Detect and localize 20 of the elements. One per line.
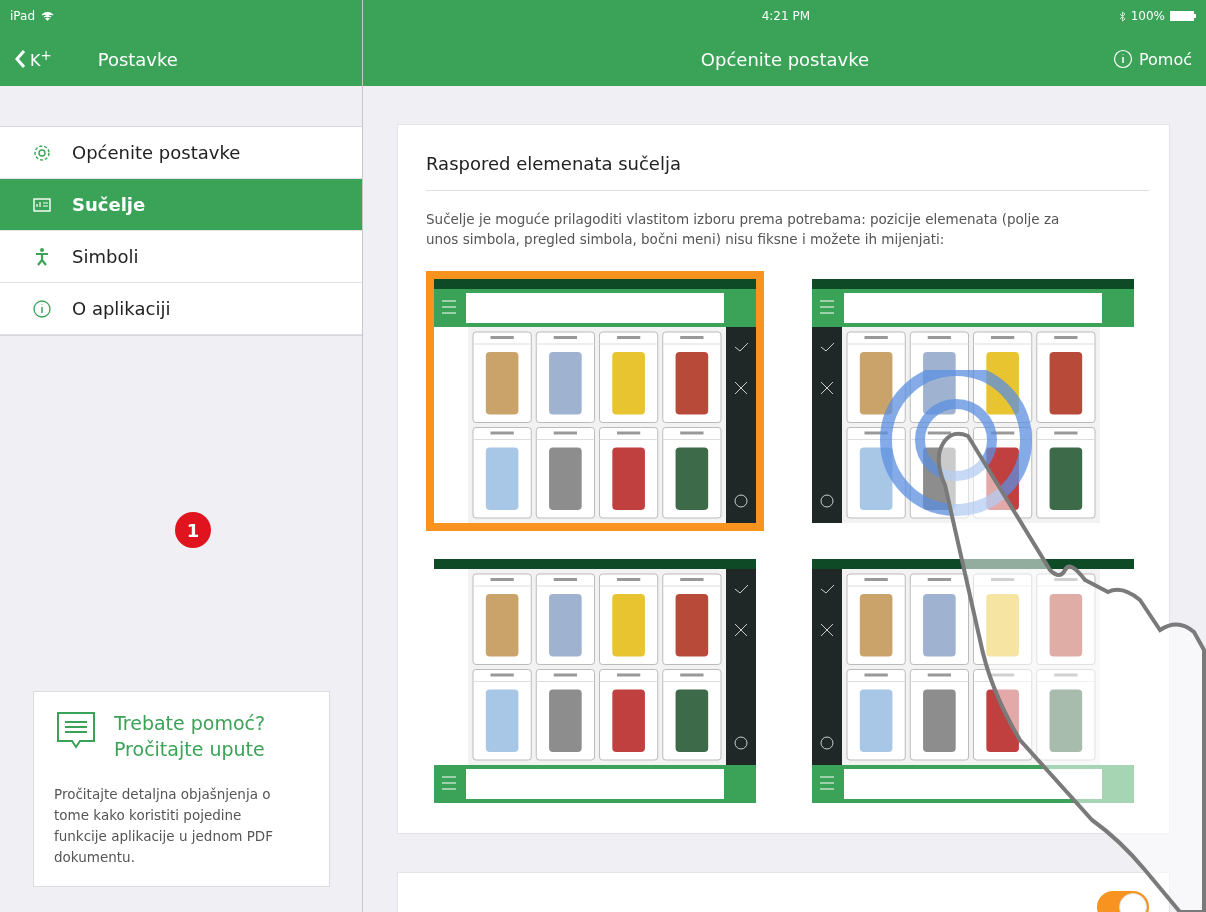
wifi-icon <box>41 11 54 21</box>
section-title: Raspored elemenata sučelja <box>426 153 1149 191</box>
battery-icon <box>1170 11 1196 21</box>
battery-percent: 100% <box>1130 9 1165 23</box>
gear-icon <box>32 142 52 163</box>
help-title[interactable]: Trebate pomoć? Pročitajte upute <box>114 710 284 762</box>
page-title: Općenite postavke <box>699 48 871 70</box>
sidebar-item[interactable]: Sučelje <box>0 179 362 231</box>
chevron-left-icon <box>14 49 26 69</box>
step-marker: 1 <box>175 512 211 548</box>
status-time: 4:21 PM <box>761 9 810 23</box>
info-icon <box>32 298 52 319</box>
device-name: iPad <box>10 9 35 23</box>
sidebar-title: Postavke <box>97 48 178 70</box>
bluetooth-icon <box>1118 10 1126 22</box>
back-button[interactable]: K$^{+}$ <box>14 47 52 71</box>
help-button[interactable]: Pomoć <box>1112 49 1192 69</box>
help-text: Pročitajte detaljna objašnjenja o tome kako koristiti pojedine funkcije aplikacije u jednom PDF dokumentu. <box>54 785 274 867</box>
section-description: Sučelje je moguće prilagoditi vlastitom izboru prema potrebama: pozicije elemenata (polje za unos simbola, pregled simbola, bočni meni) nisu fiksne i možete ih mijenjati: <box>426 210 1061 249</box>
info-icon <box>1112 49 1133 69</box>
